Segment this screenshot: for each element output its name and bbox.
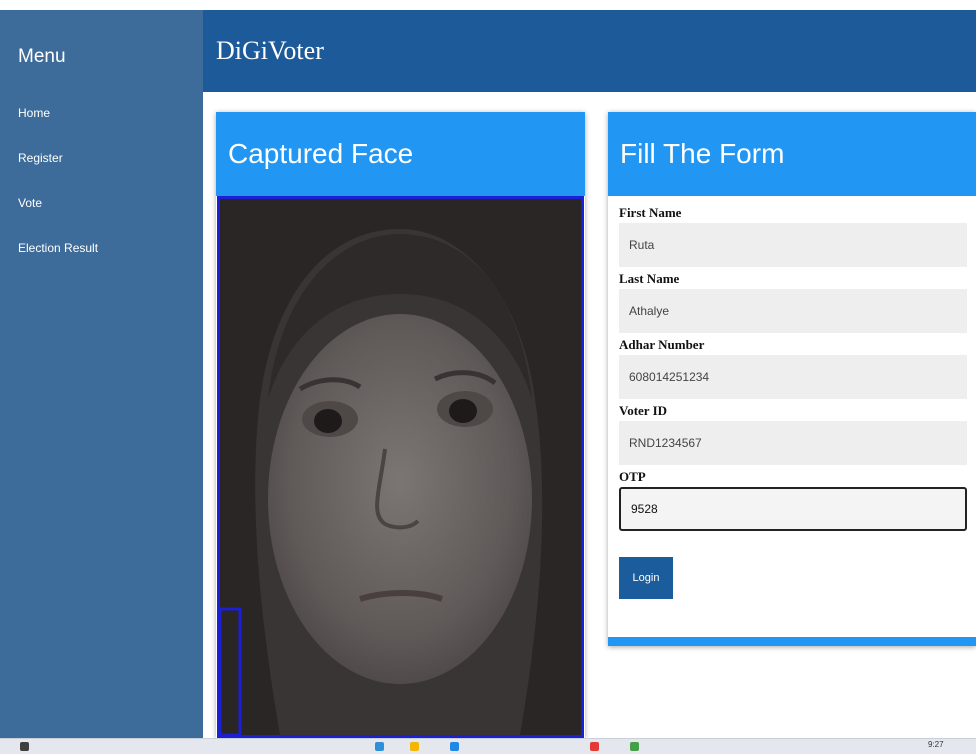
last-name-label: Last Name xyxy=(619,271,680,286)
form-card-footer-bar xyxy=(608,637,976,646)
last-name-field[interactable] xyxy=(619,289,967,333)
login-button[interactable]: Login xyxy=(619,557,673,599)
app-title: DiGiVoter xyxy=(216,36,324,65)
voter-form: First Name Last Name Adhar Number Voter … xyxy=(608,196,976,599)
first-name-label: First Name xyxy=(619,205,682,220)
os-taskbar: 9:27 xyxy=(0,738,976,754)
captured-face-image xyxy=(217,196,584,738)
start-icon[interactable] xyxy=(20,742,29,751)
captured-face-card: Captured Face xyxy=(216,112,585,738)
voter-id-label: Voter ID xyxy=(619,403,668,418)
store-icon[interactable] xyxy=(450,742,459,751)
sidebar-item-vote[interactable]: Vote xyxy=(18,196,98,241)
otp-label: OTP xyxy=(619,469,646,484)
sidebar-item-election-result[interactable]: Election Result xyxy=(18,241,98,286)
clock: 9:27 xyxy=(928,740,944,749)
adhar-number-field[interactable] xyxy=(619,355,967,399)
folder-icon[interactable] xyxy=(410,742,419,751)
voter-id-field[interactable] xyxy=(619,421,967,465)
sidebar-title: Menu xyxy=(18,46,66,67)
top-strip xyxy=(0,0,976,10)
fill-form-title: Fill The Form xyxy=(608,112,976,196)
sidebar-item-home[interactable]: Home xyxy=(18,106,98,151)
face-photo xyxy=(220,199,581,735)
chrome-icon[interactable] xyxy=(590,742,599,751)
app-header: DiGiVoter xyxy=(203,10,976,92)
sidebar-nav: Home Register Vote Election Result xyxy=(18,106,98,286)
fill-form-card: Fill The Form First Name Last Name Adhar… xyxy=(608,112,976,646)
browser-icon[interactable] xyxy=(375,742,384,751)
adhar-number-label: Adhar Number xyxy=(619,337,705,352)
otp-field[interactable] xyxy=(619,487,967,531)
sidebar: Menu Home Register Vote Election Result xyxy=(0,10,203,738)
first-name-field[interactable] xyxy=(619,223,967,267)
captured-face-title: Captured Face xyxy=(216,112,585,196)
main-content: Captured Face Fill The Form First Name R… xyxy=(203,92,976,738)
sidebar-item-register[interactable]: Register xyxy=(18,151,98,196)
app-icon[interactable] xyxy=(630,742,639,751)
